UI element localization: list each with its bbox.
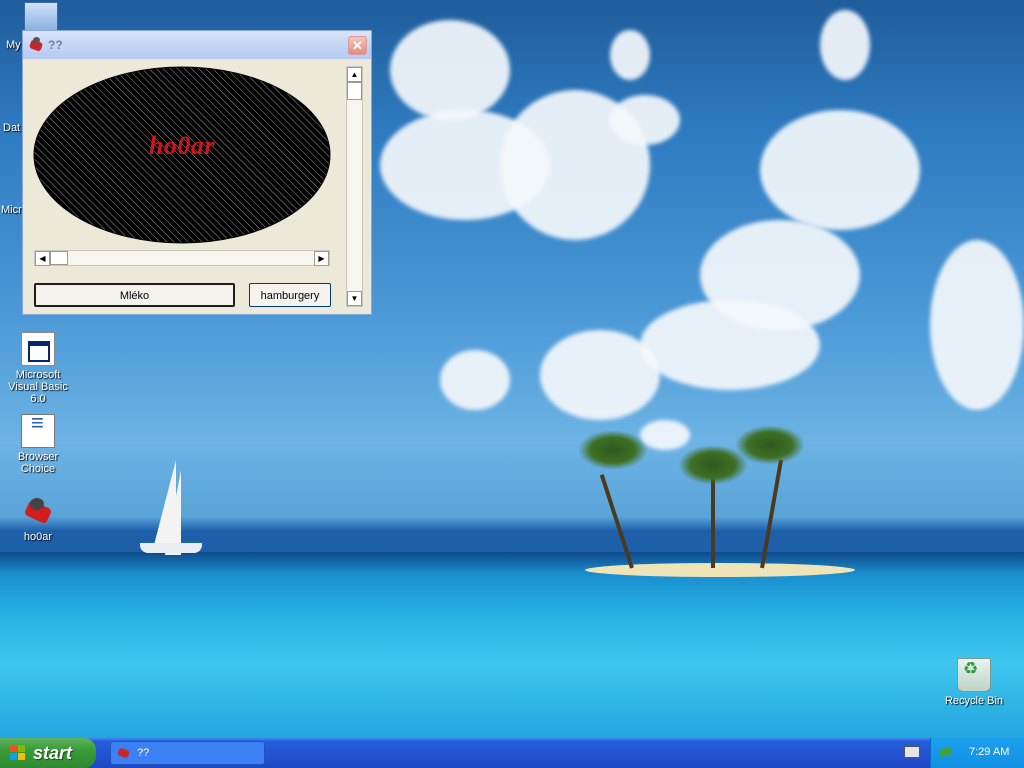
desktop-icon-label: ho0ar bbox=[23, 531, 53, 543]
cloud bbox=[610, 30, 650, 80]
horizontal-scrollbar[interactable]: ◀ ▶ bbox=[34, 250, 330, 266]
browser-choice-icon bbox=[21, 414, 55, 448]
window-client-area: ho0ar ◀ ▶ ▲ ▼ Mléko hamburgery bbox=[26, 59, 368, 312]
keyboard-icon[interactable] bbox=[904, 746, 920, 758]
horizontal-scroll-thumb[interactable] bbox=[50, 251, 68, 265]
vertical-scrollbar[interactable]: ▲ ▼ bbox=[346, 66, 363, 307]
app-icon bbox=[117, 746, 131, 760]
palm-leaves bbox=[735, 425, 805, 465]
palm-leaves bbox=[578, 430, 648, 470]
boat-hull bbox=[140, 543, 202, 553]
vertical-scroll-thumb[interactable] bbox=[347, 82, 362, 100]
arrow-left-icon: ◀ bbox=[39, 254, 46, 263]
scroll-up-button[interactable]: ▲ bbox=[347, 67, 362, 82]
desktop-icon-visual-basic[interactable]: Microsoft Visual Basic 6.0 bbox=[0, 332, 76, 405]
app-window: ?? ✕ ho0ar ◀ ▶ ▲ ▼ Mléko hamburgery bbox=[22, 30, 372, 315]
start-label: start bbox=[33, 743, 73, 763]
windows-logo-icon bbox=[10, 745, 26, 761]
desktop-icon-label: Microsoft Visual Basic 6.0 bbox=[8, 369, 68, 405]
mleko-button[interactable]: Mléko bbox=[34, 283, 235, 307]
clock[interactable]: 7:29 AM bbox=[969, 746, 1009, 758]
cloud bbox=[640, 300, 820, 390]
desktop-icon-ho0ar[interactable]: ho0ar bbox=[0, 496, 76, 543]
partial-label-my[interactable]: My bbox=[6, 39, 21, 51]
window-title: ?? bbox=[48, 38, 63, 52]
arrow-right-icon: ▶ bbox=[318, 254, 325, 263]
desktop-icon-label: Recycle Bin bbox=[944, 695, 1004, 707]
island bbox=[585, 563, 855, 577]
arrow-down-icon: ▼ bbox=[350, 294, 359, 303]
sea bbox=[0, 552, 1024, 738]
desktop-icon-recycle-bin[interactable]: Recycle Bin bbox=[936, 658, 1012, 707]
desktop-icon-label: Browser Choice bbox=[17, 451, 59, 475]
cloud bbox=[760, 110, 920, 230]
window-titlebar[interactable]: ?? ✕ bbox=[23, 31, 371, 59]
cloud bbox=[610, 95, 680, 145]
ho0ar-app-icon bbox=[22, 496, 54, 528]
visual-basic-icon bbox=[21, 332, 55, 366]
cloud bbox=[390, 20, 510, 120]
start-button[interactable]: start bbox=[0, 738, 96, 768]
system-tray: 7:29 AM bbox=[930, 738, 1024, 768]
taskbar: start ?? 7:29 AM bbox=[0, 738, 1024, 768]
app-icon[interactable] bbox=[28, 37, 44, 53]
hamburgery-button[interactable]: hamburgery bbox=[249, 283, 331, 307]
cloud bbox=[440, 350, 510, 410]
arrow-up-icon: ▲ bbox=[350, 70, 359, 79]
taskbar-window-button[interactable]: ?? bbox=[110, 741, 265, 765]
recycle-bin-icon bbox=[957, 658, 991, 692]
hatched-ellipse bbox=[33, 66, 331, 244]
close-button[interactable]: ✕ bbox=[348, 36, 367, 55]
partial-label-dat[interactable]: Dat bbox=[3, 122, 20, 134]
cloud bbox=[820, 10, 870, 80]
scroll-right-button[interactable]: ▶ bbox=[314, 251, 329, 266]
cloud bbox=[540, 330, 660, 420]
scroll-left-button[interactable]: ◀ bbox=[35, 251, 50, 266]
desktop-icon-browser-choice[interactable]: Browser Choice bbox=[0, 414, 76, 475]
taskbar-window-label: ?? bbox=[137, 747, 150, 759]
close-icon: ✕ bbox=[352, 38, 363, 53]
cloud bbox=[930, 240, 1024, 410]
scroll-down-button[interactable]: ▼ bbox=[347, 291, 362, 306]
network-icon[interactable] bbox=[939, 746, 953, 760]
